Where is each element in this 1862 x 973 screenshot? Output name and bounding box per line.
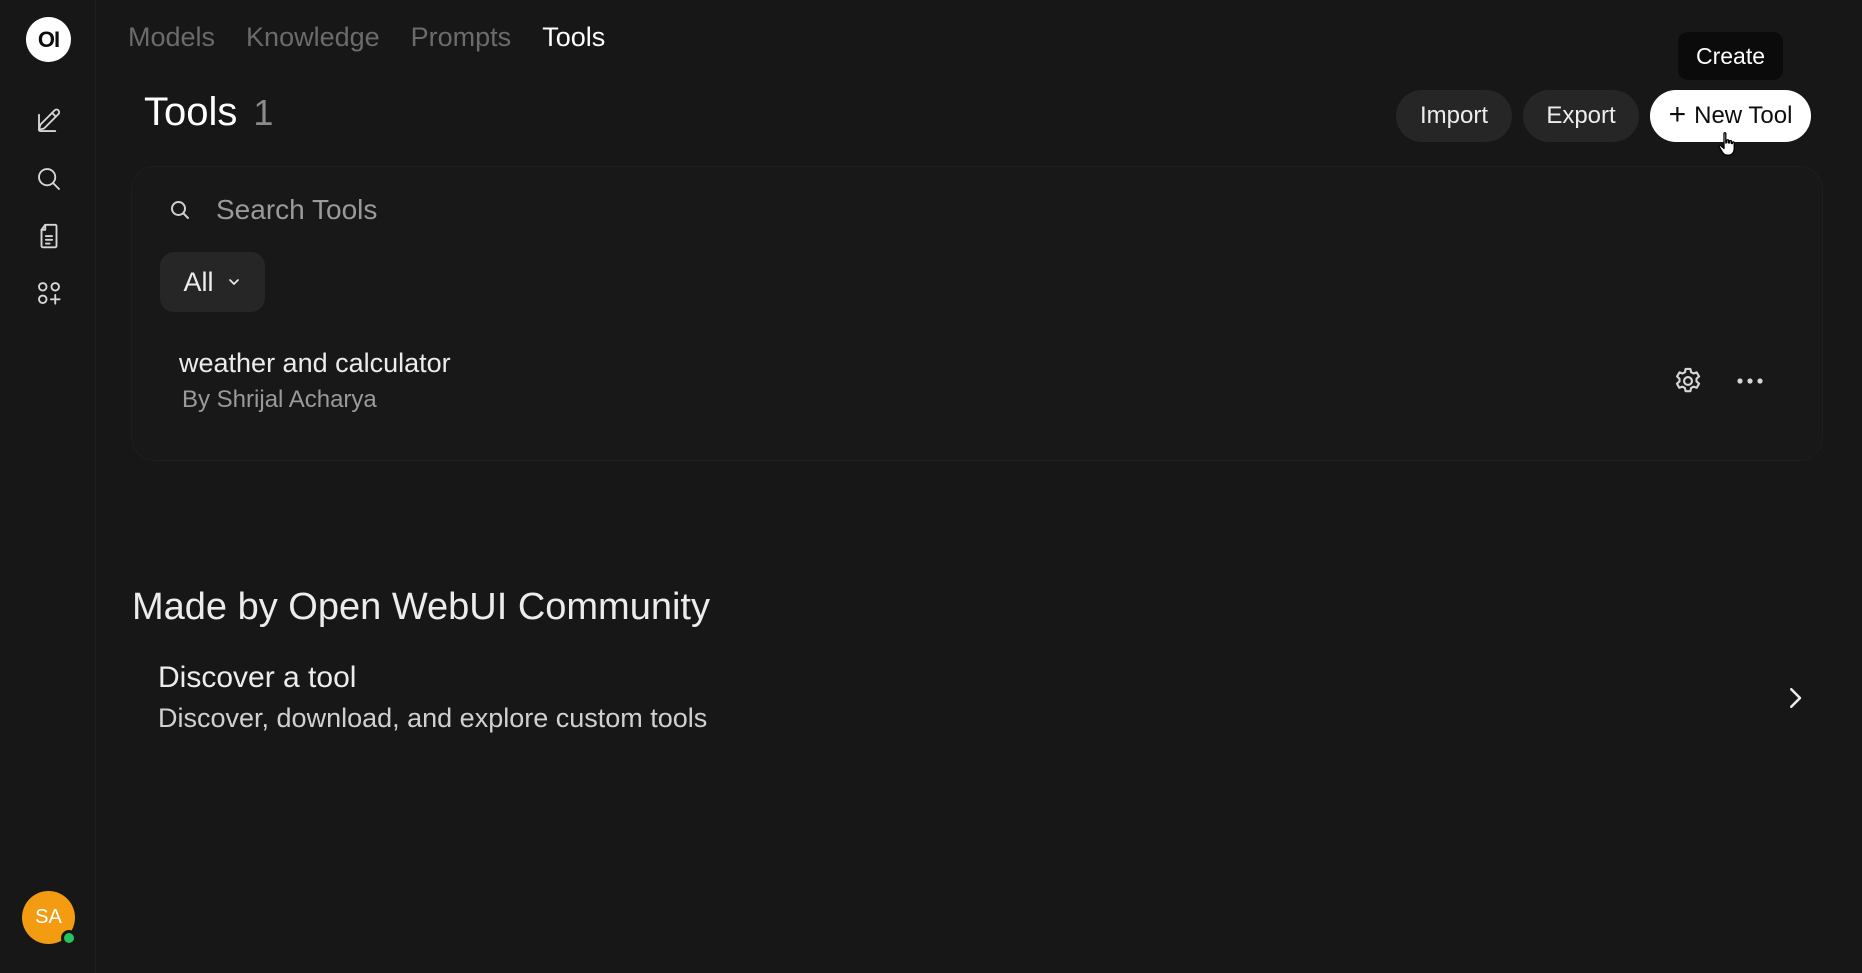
tab-prompts[interactable]: Prompts <box>411 22 512 53</box>
workspace-tabs: Models Knowledge Prompts Tools <box>128 22 605 53</box>
tool-list-item[interactable]: weather and calculator By Shrijal Achary… <box>160 340 1780 422</box>
search-input[interactable] <box>214 193 1514 227</box>
import-button-label: Import <box>1419 102 1488 129</box>
discover-tool-link[interactable]: Discover a tool Discover, download, and … <box>140 655 1820 745</box>
discover-title: Discover a tool <box>158 661 357 694</box>
app-logo[interactable]: OI <box>26 17 71 62</box>
filter-selected-value: All <box>183 266 214 297</box>
search-icon[interactable] <box>30 160 68 198</box>
community-section-title: Made by Open WebUI Community <box>132 586 710 628</box>
page-header: Tools 1 <box>144 90 273 135</box>
import-button[interactable]: Import <box>1396 90 1512 142</box>
page-title: Tools <box>144 90 238 134</box>
chevron-right-icon <box>1790 688 1802 708</box>
tooltip-text: Create <box>1695 42 1766 69</box>
export-button[interactable]: Export <box>1523 90 1639 142</box>
chevron-down-icon <box>228 279 239 285</box>
plus-icon: + <box>1668 97 1687 131</box>
tool-author: By Shrijal Acharya <box>182 386 377 413</box>
export-button-label: Export <box>1546 102 1616 129</box>
new-tool-button-label: New Tool <box>1694 102 1793 129</box>
notes-icon[interactable] <box>30 217 68 255</box>
more-options-icon[interactable] <box>1730 364 1770 398</box>
tools-count: 1 <box>253 92 274 133</box>
search-icon <box>171 201 189 219</box>
create-tooltip: Create <box>1678 32 1783 80</box>
hand-cursor-icon <box>1718 132 1735 156</box>
gear-icon[interactable] <box>1671 364 1705 398</box>
sidebar: OI SA <box>0 0 96 973</box>
tab-tools[interactable]: Tools <box>542 22 605 53</box>
online-status-indicator <box>61 930 77 946</box>
filter-dropdown[interactable]: All <box>160 252 265 312</box>
avatar-initials: SA <box>35 906 62 928</box>
workspace-icon[interactable] <box>30 274 68 312</box>
tab-knowledge[interactable]: Knowledge <box>246 22 380 53</box>
app-logo-text: OI <box>37 26 60 52</box>
search-bar <box>168 190 1668 230</box>
discover-description: Discover, download, and explore custom t… <box>158 703 708 733</box>
tool-name: weather and calculator <box>179 348 451 378</box>
new-chat-icon[interactable] <box>30 102 68 140</box>
tab-models[interactable]: Models <box>128 22 215 53</box>
